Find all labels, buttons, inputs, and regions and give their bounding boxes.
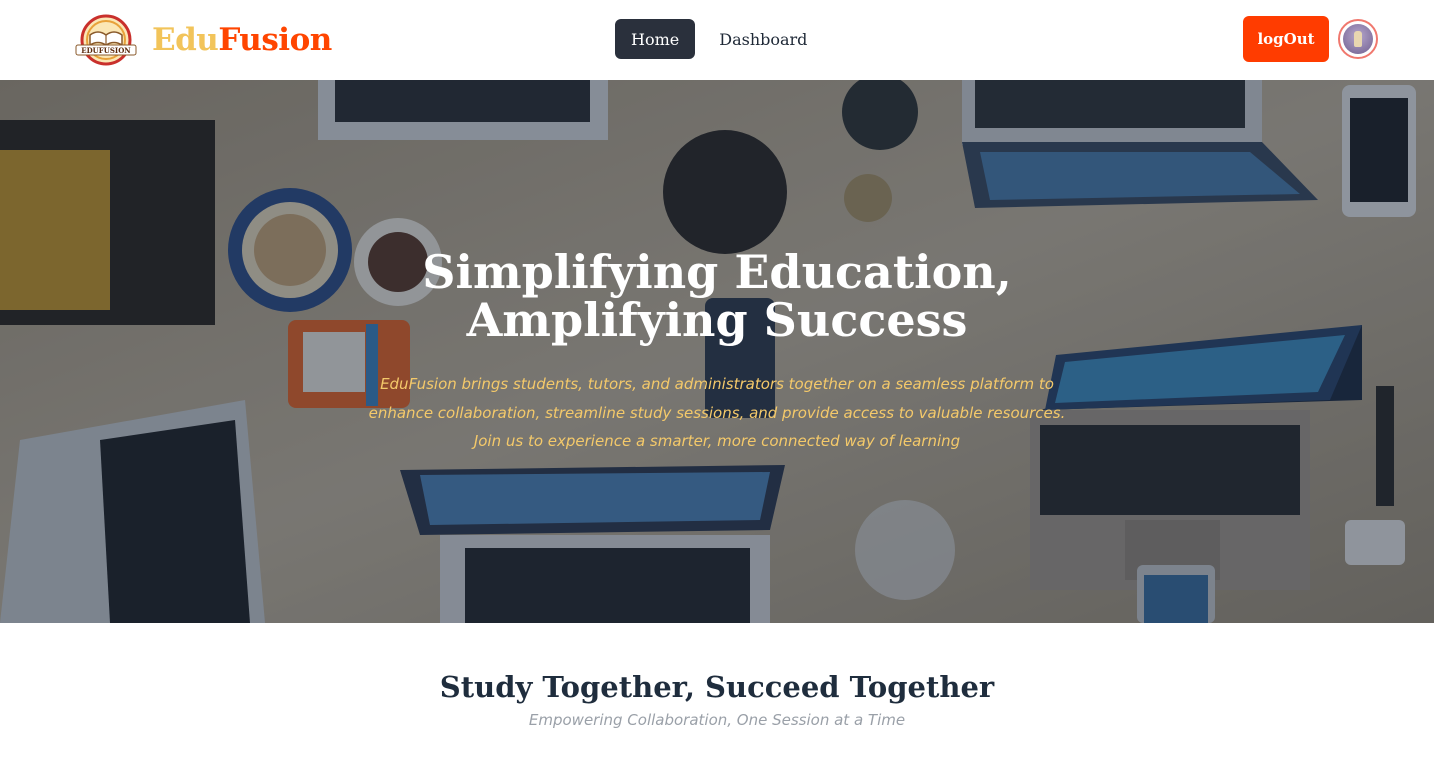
hero-content: Simplifying Education, Amplifying Succes… bbox=[0, 80, 1434, 623]
nav-links: Home Dashboard bbox=[615, 19, 823, 59]
logo-text: EDUFUSION bbox=[81, 46, 131, 55]
nav-link-home[interactable]: Home bbox=[615, 19, 696, 59]
hero-section: Simplifying Education, Amplifying Succes… bbox=[0, 80, 1434, 623]
hero-title: Simplifying Education, Amplifying Succes… bbox=[0, 248, 1434, 344]
brand-link[interactable]: EDUFUSION EduFusion bbox=[74, 12, 332, 68]
hero-title-line1: Simplifying Education, bbox=[422, 245, 1012, 299]
nav-link-dashboard[interactable]: Dashboard bbox=[703, 19, 823, 59]
section-title: Study Together, Succeed Together bbox=[439, 670, 995, 704]
section-subtitle: Empowering Collaboration, One Session at… bbox=[528, 711, 906, 729]
brand-name-edu: Edu bbox=[152, 22, 219, 58]
brand-name: EduFusion bbox=[152, 22, 332, 58]
avatar-image bbox=[1343, 24, 1373, 54]
navbar: EDUFUSION EduFusion Home Dashboard logOu… bbox=[0, 0, 1434, 80]
logout-button[interactable]: logOut bbox=[1243, 16, 1329, 62]
edufusion-logo-icon: EDUFUSION bbox=[75, 14, 137, 66]
brand-name-fusion: Fusion bbox=[218, 22, 332, 58]
hero-description: EduFusion brings students, tutors, and a… bbox=[368, 375, 1066, 450]
user-avatar[interactable] bbox=[1338, 19, 1378, 59]
hero-title-line2: Amplifying Success bbox=[466, 293, 968, 347]
